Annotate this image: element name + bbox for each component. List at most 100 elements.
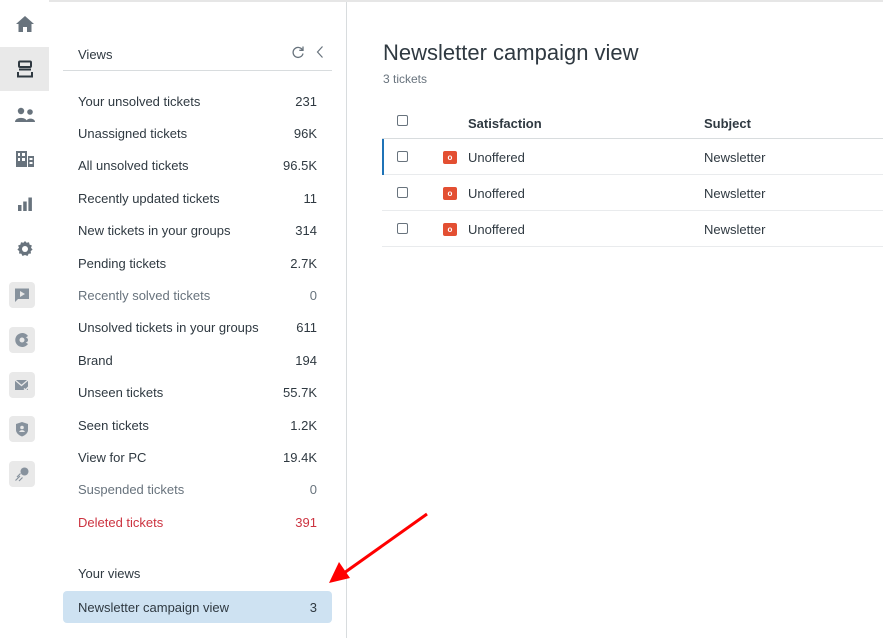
view-item[interactable]: Recently solved tickets 0 [63,279,332,311]
view-item[interactable]: New tickets in your groups 314 [63,215,332,247]
view-item[interactable]: Your unsolved tickets 231 [63,85,332,117]
view-item[interactable]: View for PC 19.4K [63,441,332,473]
organizations-icon [15,151,34,167]
satisfaction-cell: Unoffered [468,222,525,237]
view-item-label: Unseen tickets [78,385,164,401]
satisfaction-unoffered-badge: o [443,151,457,164]
view-item-label: New tickets in your groups [78,223,231,239]
view-item-count: 231 [295,93,317,109]
app-comet[interactable] [9,461,35,487]
view-item-count: 1.2K [290,417,317,433]
view-item-label: Brand [78,352,113,368]
view-item-label: View for PC [78,449,147,465]
table-row[interactable]: o Unoffered Newsletter [382,139,883,175]
refresh-views-button[interactable] [289,43,307,61]
views-panel: Views Your unsolved tickets 231 Unassigned… [49,2,347,638]
view-item[interactable]: Unsolved tickets in your groups 611 [63,312,332,344]
column-header-subject[interactable]: Subject [704,116,751,131]
nav-reporting[interactable] [0,182,49,226]
row-checkbox[interactable] [397,223,408,234]
row-checkbox[interactable] [397,151,408,162]
satisfaction-unoffered-badge: o [443,223,457,236]
view-item-count: 96.5K [283,158,317,174]
column-header-satisfaction[interactable]: Satisfaction [468,116,542,131]
view-item-label: Seen tickets [78,417,149,433]
nav-organizations[interactable] [0,137,49,181]
satisfaction-cell: Unoffered [468,150,525,165]
collapse-views-button[interactable] [311,43,329,61]
view-item-label: Newsletter campaign view [78,599,230,615]
row-checkbox[interactable] [397,187,408,198]
ticket-count: 3 tickets [383,72,428,86]
views-header: Views [63,34,332,71]
app-video[interactable] [9,282,35,308]
view-item-newsletter-campaign-view[interactable]: Newsletter campaign view 3 [63,591,332,623]
view-item-label: Unsolved tickets in your groups [78,320,259,336]
view-item[interactable]: Brand 194 [63,344,332,376]
view-item-count: 391 [295,514,317,530]
customers-icon [14,107,35,122]
app-mail-check[interactable] [9,372,35,398]
table-row[interactable]: o Unoffered Newsletter [382,175,883,211]
select-all-checkbox[interactable] [397,115,408,126]
view-item-count: 611 [296,320,317,336]
views-list: Your unsolved tickets 231 Unassigned ticke… [63,85,332,538]
view-item-count: 0 [309,482,317,498]
table-body: o Unoffered Newsletter o Unoffered Newsletter… [382,139,883,247]
home-icon [15,16,34,32]
view-item-label: Suspended tickets [78,482,185,498]
view-item-count: 55.7K [283,385,317,401]
view-item-count: 3 [309,599,317,615]
comet-app-icon [15,467,29,482]
view-item-label: Pending tickets [78,255,167,271]
view-item[interactable]: Unseen tickets 55.7K [63,377,332,409]
view-item-label: Deleted tickets [78,514,164,530]
view-item[interactable]: Pending tickets 2.7K [63,247,332,279]
admin-gear-icon [16,241,33,256]
nav-customers[interactable] [0,93,49,137]
mail-check-app-icon [14,379,30,392]
view-item-label: Your unsolved tickets [78,93,201,109]
subject-cell[interactable]: Newsletter [704,150,765,165]
table-header: Satisfaction Subject [382,106,883,139]
view-item-count: 314 [295,223,317,239]
reporting-icon [17,197,32,211]
satisfaction-cell: Unoffered [468,186,525,201]
your-views-heading: Your views [78,566,141,581]
view-item[interactable]: Seen tickets 1.2K [63,409,332,441]
view-item-count: 194 [295,352,317,368]
refresh-icon [292,46,304,59]
view-content: Newsletter campaign view 3 tickets Satis… [348,2,883,638]
product-nav-rail [0,0,49,638]
nav-home[interactable] [0,2,49,46]
view-item-count: 2.7K [290,255,317,271]
view-item-count: 11 [303,190,318,206]
view-item[interactable]: Deleted tickets 391 [63,506,332,538]
view-item[interactable]: All unsolved tickets 96.5K [63,150,332,182]
view-item[interactable]: Suspended tickets 0 [63,474,332,506]
subject-cell[interactable]: Newsletter [704,186,765,201]
view-item[interactable]: Unassigned tickets 96K [63,117,332,149]
chevron-left-icon [316,46,323,58]
view-item-label: All unsolved tickets [78,158,189,174]
table-row[interactable]: o Unoffered Newsletter [382,211,883,247]
app-pacman[interactable] [9,327,35,353]
view-item-label: Unassigned tickets [78,126,188,142]
views-inbox-icon [16,60,33,78]
view-item-count: 19.4K [283,449,317,465]
satisfaction-unoffered-badge: o [443,187,457,200]
tickets-table: Satisfaction Subject o Unoffered Newslette… [382,106,883,247]
video-app-icon [15,288,29,302]
app-shield-user[interactable] [9,416,35,442]
view-item-label: Recently updated tickets [78,190,220,206]
view-item-count: 0 [309,288,317,304]
nav-views[interactable] [0,47,49,91]
pacman-app-icon [15,333,28,347]
shield-user-app-icon [16,422,28,437]
views-title: Views [78,47,113,62]
view-item-label: Recently solved tickets [78,288,211,304]
subject-cell[interactable]: Newsletter [704,222,765,237]
page-title: Newsletter campaign view [383,40,639,65]
nav-admin[interactable] [0,227,49,271]
view-item[interactable]: Recently updated tickets 11 [63,182,332,214]
